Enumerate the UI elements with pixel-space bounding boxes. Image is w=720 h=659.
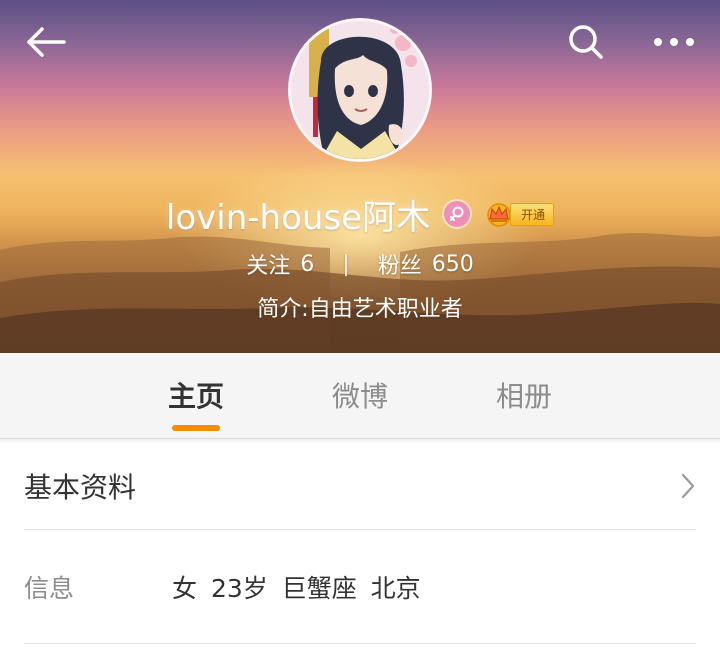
back-button[interactable] [18, 20, 74, 64]
followers-count[interactable]: 650 [432, 252, 474, 277]
avatar-illustration [291, 21, 429, 159]
tab-home[interactable]: 主页 [136, 373, 256, 417]
gender-badge [444, 201, 471, 227]
stats-separator: | [342, 251, 350, 277]
chevron-right-icon [681, 473, 695, 499]
tab-weibo[interactable]: 微博 [300, 373, 420, 417]
vip-open-label: 开通 [510, 202, 555, 226]
profile-bio: 简介:自由艺术职业者 [257, 297, 463, 322]
active-tab-indicator [172, 425, 220, 431]
following-count[interactable]: 6 [300, 252, 314, 277]
info-row: 信息 女 23岁 巨蟹座 北京 [24, 530, 696, 644]
vip-badge[interactable]: 开通 [484, 201, 555, 227]
more-dots-icon [654, 38, 694, 46]
profile-name-row: lovin-house阿木 开通 [0, 188, 720, 240]
search-button[interactable] [562, 20, 610, 64]
basic-info-row[interactable]: 基本资料 [24, 443, 696, 530]
tab-album[interactable]: 相册 [464, 373, 584, 417]
female-icon [450, 206, 464, 221]
followers-label[interactable]: 粉丝 [378, 248, 422, 280]
basic-info-title: 基本资料 [24, 471, 137, 504]
back-arrow-icon [27, 27, 66, 57]
profile-name: lovin-house阿木 [165, 197, 431, 238]
follow-stats: 关注 6 | 粉丝 650 [0, 247, 720, 281]
info-label: 信息 [24, 573, 75, 603]
search-icon [569, 25, 603, 59]
following-label[interactable]: 关注 [246, 248, 290, 280]
more-button[interactable] [646, 20, 702, 64]
profile-header: lovin-house阿木 开通 关注 6 | 粉丝 650 简介:自由艺术职业… [0, 0, 720, 353]
info-value: 女 23岁 巨蟹座 北京 [172, 573, 421, 603]
avatar[interactable] [288, 18, 432, 162]
profile-tabs: 主页 微博 相册 [0, 353, 720, 439]
